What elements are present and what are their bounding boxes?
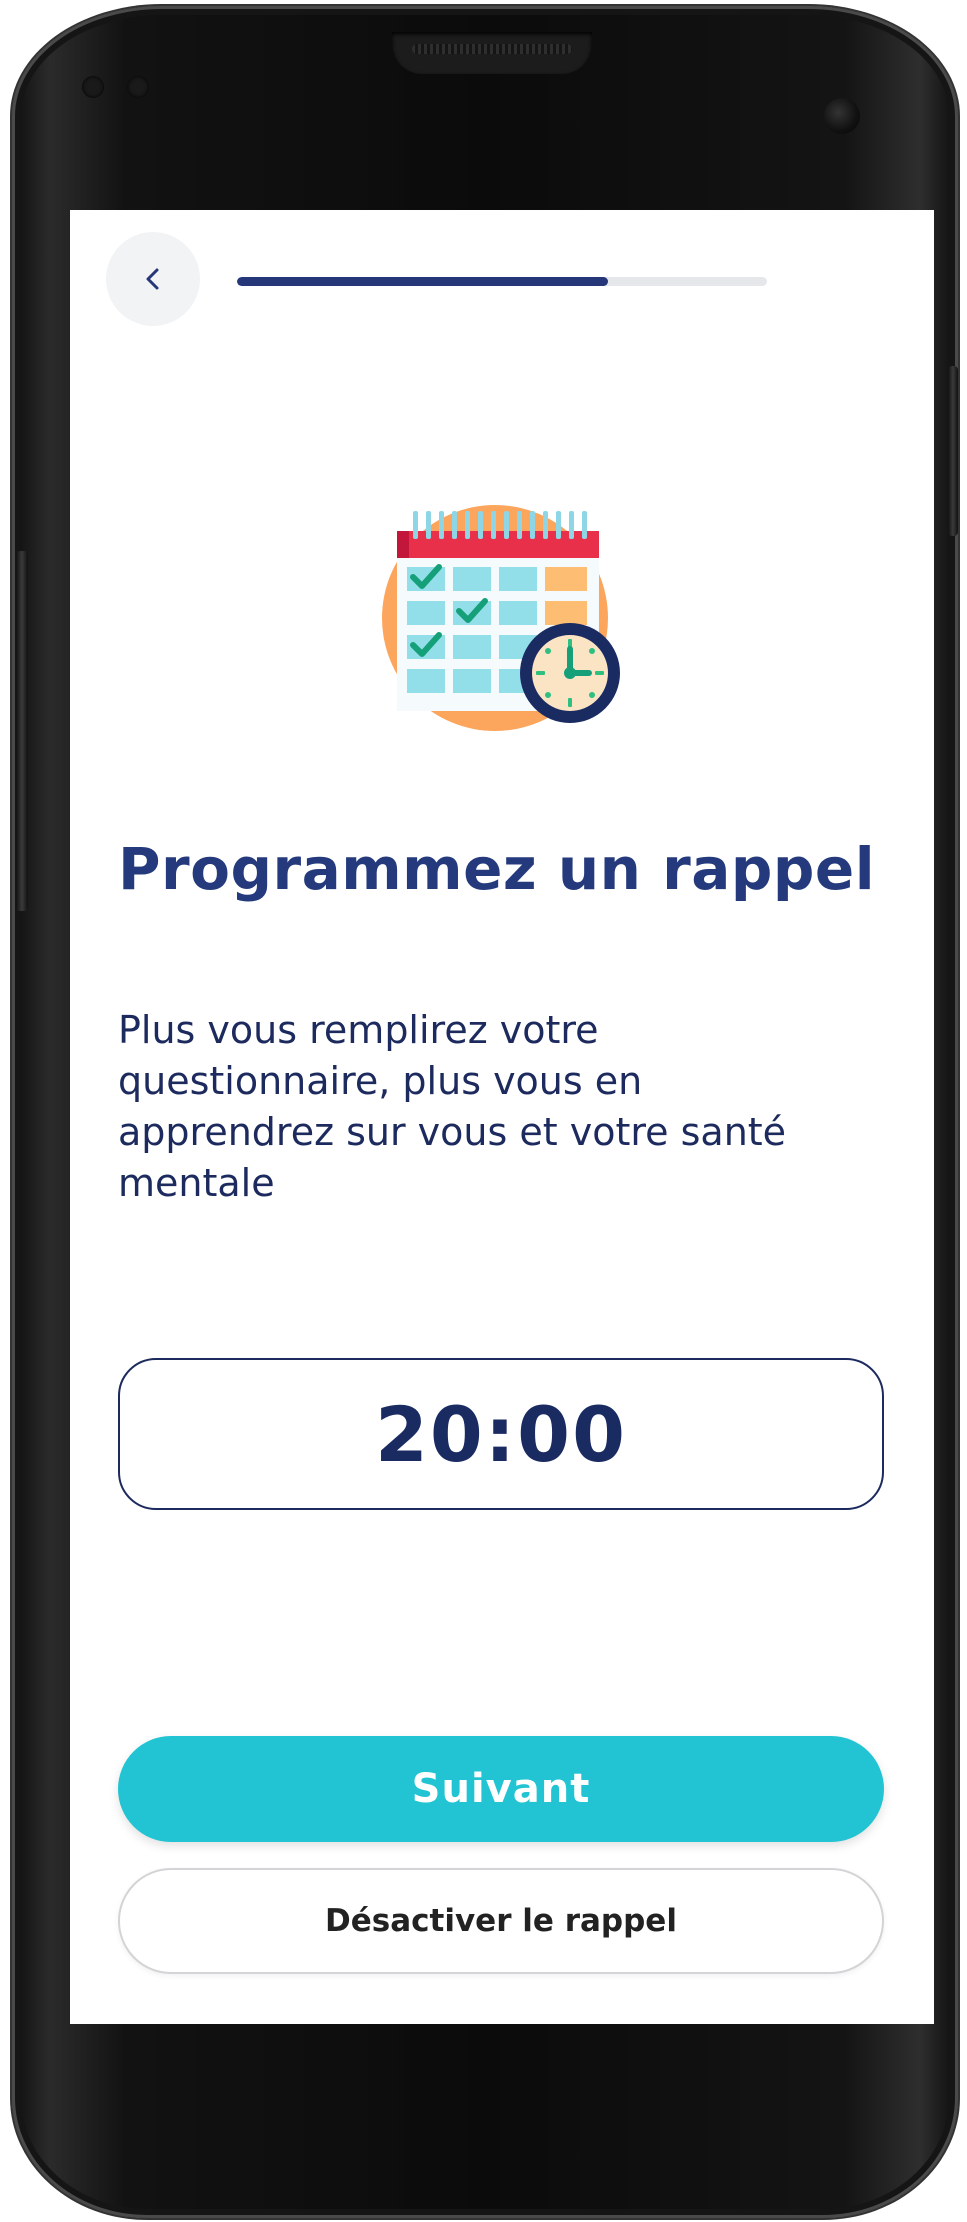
page: Programmez un rappel Plus vous remplirez… bbox=[0, 0, 967, 2222]
front-camera bbox=[824, 98, 860, 134]
proximity-sensor bbox=[82, 76, 104, 98]
phone-frame: Programmez un rappel Plus vous remplirez… bbox=[12, 6, 958, 2218]
reminder-time-picker[interactable]: 20:00 bbox=[118, 1358, 884, 1510]
page-title: Programmez un rappel bbox=[118, 835, 876, 903]
page-description: Plus vous remplirez votre questionnaire,… bbox=[118, 1008, 787, 1205]
progress-bar bbox=[237, 277, 767, 286]
disable-reminder-button[interactable]: Désactiver le rappel bbox=[118, 1868, 884, 1974]
chevron-left-icon bbox=[146, 268, 159, 290]
volume-button bbox=[16, 551, 28, 911]
calendar-clock-icon bbox=[382, 505, 620, 731]
light-sensor bbox=[127, 76, 149, 98]
earpiece-speaker bbox=[392, 32, 592, 74]
next-button-label: Suivant bbox=[411, 1766, 591, 1812]
next-button[interactable]: Suivant bbox=[118, 1736, 884, 1842]
reminder-time-value: 20:00 bbox=[375, 1389, 627, 1479]
back-button[interactable] bbox=[106, 232, 200, 326]
power-button bbox=[948, 366, 958, 536]
disable-reminder-button-label: Désactiver le rappel bbox=[325, 1903, 677, 1939]
progress-fill bbox=[237, 277, 608, 286]
app-screen: Programmez un rappel Plus vous remplirez… bbox=[70, 210, 934, 2024]
